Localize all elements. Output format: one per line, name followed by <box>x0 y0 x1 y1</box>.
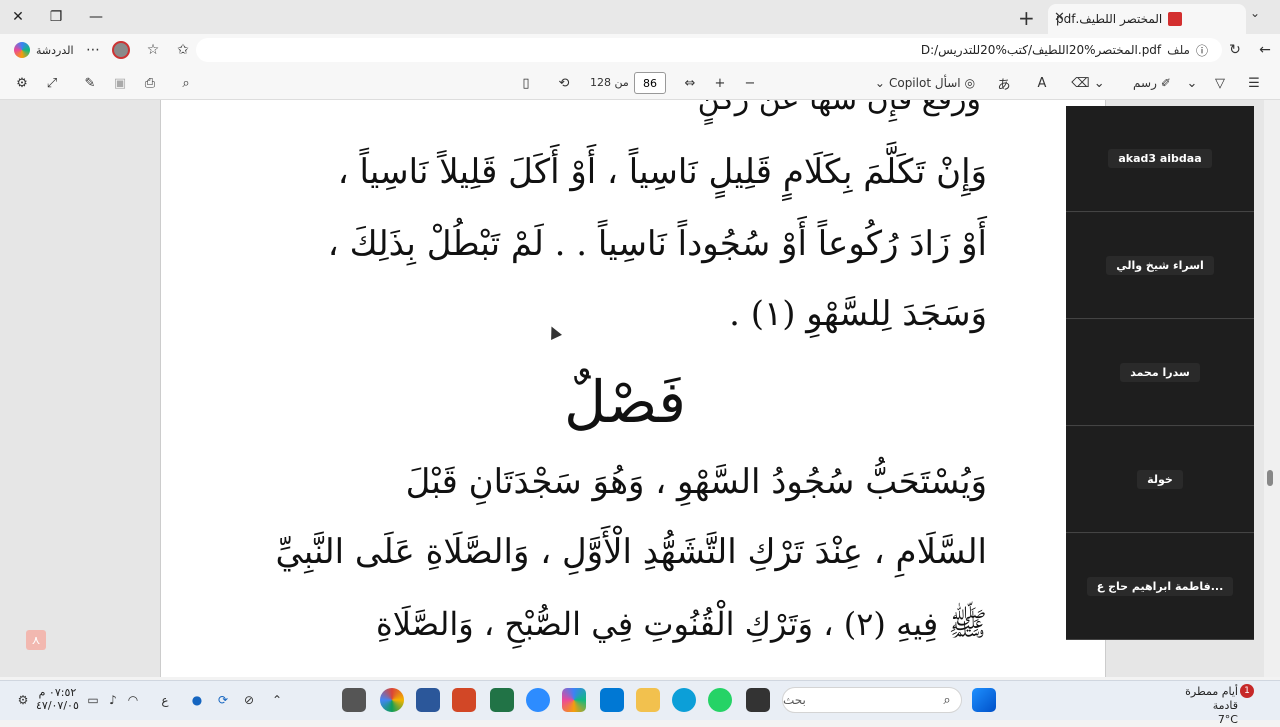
draw-chevron-icon[interactable]: ⌄ <box>1184 71 1200 95</box>
copilot-small-icon: ◎ <box>964 76 976 90</box>
erase-button[interactable]: ⌫ ⌄ <box>1068 71 1108 95</box>
rotate-icon[interactable]: ⟲ <box>554 71 574 95</box>
tab-title: المختصر اللطيف.pdf <box>1056 12 1163 26</box>
info-icon[interactable]: ⓘ <box>1196 42 1208 59</box>
zoom-out-icon[interactable]: − <box>740 71 760 95</box>
highlight-icon[interactable]: ▽ <box>1210 71 1230 95</box>
notification-badge: 1 <box>1240 684 1254 698</box>
chat-button[interactable]: الدردشة <box>8 39 80 61</box>
participants-panel: akad3 aibdaa اسراء شيخ والي سدرا محمد خو… <box>1066 106 1254 640</box>
save-icon[interactable]: ▣ <box>110 71 130 95</box>
language-indicator[interactable]: ع <box>156 690 174 710</box>
pdf-page: وَرَفَعَ فَإِنْ سَهَا عَنْ رُكْنٍ وَإِنْ… <box>160 100 1106 677</box>
back-icon[interactable]: ← <box>1256 40 1274 60</box>
file-label: ملف <box>1167 43 1190 57</box>
page-number-input[interactable]: 86 <box>634 72 666 94</box>
draw-icon: ✐ <box>1160 76 1171 90</box>
hidden-visibility-icon[interactable]: ⊘ <box>240 690 258 710</box>
sync-icon[interactable]: ⟳ <box>214 690 232 710</box>
draw-button[interactable]: ✐ رسم <box>1122 71 1182 95</box>
taskbar-search-input[interactable]: بحث <box>782 687 962 713</box>
chevron-down-icon: ⌄ <box>874 76 885 90</box>
translate-icon[interactable]: あ <box>994 71 1014 95</box>
restore-window-button[interactable]: ❐ <box>38 4 74 30</box>
more-options-icon[interactable]: ⋯ <box>84 40 102 60</box>
tab-close-icon[interactable]: ✕ <box>1054 10 1065 25</box>
text-line: ﷺ فِيهِ (٢) ، وَتَرْكِ الْقُنُوتِ فِي ال… <box>375 605 987 643</box>
store-icon[interactable] <box>600 688 624 712</box>
contents-icon[interactable]: ☰ <box>1244 71 1264 95</box>
participant-tile[interactable]: سدرا محمد <box>1066 320 1254 426</box>
zoom-icon[interactable] <box>526 688 550 712</box>
page-view-icon[interactable]: ▯ <box>516 71 536 95</box>
page-count: من 128 <box>590 76 629 89</box>
participant-tile[interactable]: فاطمة ابراهيم حاج ع... <box>1066 534 1254 640</box>
wifi-icon[interactable]: ◠ <box>124 690 142 710</box>
zoom-in-icon[interactable]: + <box>710 71 730 95</box>
edge-icon[interactable] <box>672 688 696 712</box>
terminal-icon[interactable] <box>746 688 770 712</box>
show-hidden-icons-chevron[interactable]: ⌃ <box>268 690 286 710</box>
chrome-icon[interactable] <box>380 688 404 712</box>
weather-info[interactable]: أيام ممطرة قادمة 7°C <box>1160 685 1238 727</box>
clock-time: ٠٧:٥٢ م <box>38 686 77 699</box>
text-line: وَسَجَدَ لِلسَّهْوِ (١) . <box>729 294 987 334</box>
excel-icon[interactable] <box>490 688 514 712</box>
scrollbar-thumb[interactable] <box>1267 470 1273 486</box>
minimize-window-button[interactable]: — <box>78 4 114 30</box>
section-heading: فَصْلٌ <box>564 368 686 436</box>
text-line: وَيُسْتَحَبُّ سُجُودُ السَّهْوِ ، وَهُوَ… <box>405 462 987 502</box>
participant-tile[interactable]: اسراء شيخ والي <box>1066 213 1254 319</box>
text-line: أَوْ زَادَ رُكُوعاً أَوْ سُجُوداً نَاسِي… <box>327 224 987 264</box>
save-as-icon[interactable]: ✎ <box>80 71 100 95</box>
fit-width-icon[interactable]: ⇔ <box>680 71 700 95</box>
add-favorite-icon[interactable]: ✩ <box>174 40 192 60</box>
ask-copilot-button[interactable]: ◎ اسأل Copilot ⌄ <box>870 71 980 95</box>
clock-date: ٤٧/٠٧/٠٥ <box>36 699 79 712</box>
fullscreen-icon[interactable]: ⤢ <box>42 71 62 95</box>
vertical-scrollbar[interactable] <box>1264 100 1280 677</box>
volume-icon[interactable]: ♪ <box>104 690 122 710</box>
participant-tile[interactable]: خولة <box>1066 427 1254 533</box>
address-input[interactable]: D:/المختصر%20اللطيف/كتب%20للتدريس.pdf مل… <box>196 38 1222 62</box>
print-icon[interactable]: ⎙ <box>140 71 160 95</box>
settings-tray-icon[interactable]: ⚙ <box>14 690 32 710</box>
read-aloud-icon[interactable]: A <box>1032 71 1052 95</box>
search-icon[interactable]: ⌕ <box>176 71 196 95</box>
participant-tile[interactable]: akad3 aibdaa <box>1066 106 1254 212</box>
weather-text: أيام ممطرة قادمة <box>1185 685 1238 712</box>
word-icon[interactable] <box>416 688 440 712</box>
copilot-icon <box>14 42 30 58</box>
browser-tab[interactable]: المختصر اللطيف.pdf <box>1048 4 1246 34</box>
whatsapp-icon[interactable] <box>708 688 732 712</box>
file-explorer-icon[interactable] <box>636 688 660 712</box>
close-window-button[interactable]: ✕ <box>0 4 36 30</box>
clock[interactable]: ٠٧:٥٢ م ٤٧/٠٧/٠٥ <box>36 686 79 712</box>
favorites-icon[interactable]: ☆ <box>144 40 162 60</box>
chat-label: الدردشة <box>36 43 74 57</box>
windows-start-icon[interactable] <box>972 688 996 712</box>
powerpoint-icon[interactable] <box>452 688 476 712</box>
pdf-file-icon <box>1168 12 1183 26</box>
refresh-icon[interactable]: ↻ <box>1226 40 1244 60</box>
new-tab-icon[interactable]: + <box>1018 6 1035 30</box>
battery-icon[interactable]: ▭ <box>84 690 102 710</box>
settings-icon[interactable]: ⚙ <box>12 71 32 95</box>
taskbar-search-icon: ⌕ <box>943 692 951 708</box>
acrobat-icon[interactable]: ⋏ <box>26 630 46 650</box>
url-text: D:/المختصر%20اللطيف/كتب%20للتدريس.pdf <box>920 43 1162 57</box>
app-people-icon[interactable] <box>342 688 366 712</box>
copilot-app-icon[interactable] <box>562 688 586 712</box>
temperature: 7°C <box>1217 713 1238 726</box>
text-line: وَإِنْ تَكَلَّمَ بِكَلَامٍ قَلِيلٍ نَاسِ… <box>337 152 987 192</box>
text-line-cut: وَرَفَعَ فَإِنْ سَهَا عَنْ رُكْنٍ <box>381 100 981 117</box>
profile-avatar[interactable] <box>112 41 130 59</box>
tab-list-chevron-icon[interactable]: ⌄ <box>1250 6 1260 20</box>
microphone-icon[interactable]: ● <box>188 690 206 710</box>
text-line: السَّلَامِ ، عِنْدَ تَرْكِ التَّشَهُّدِ … <box>275 532 987 572</box>
